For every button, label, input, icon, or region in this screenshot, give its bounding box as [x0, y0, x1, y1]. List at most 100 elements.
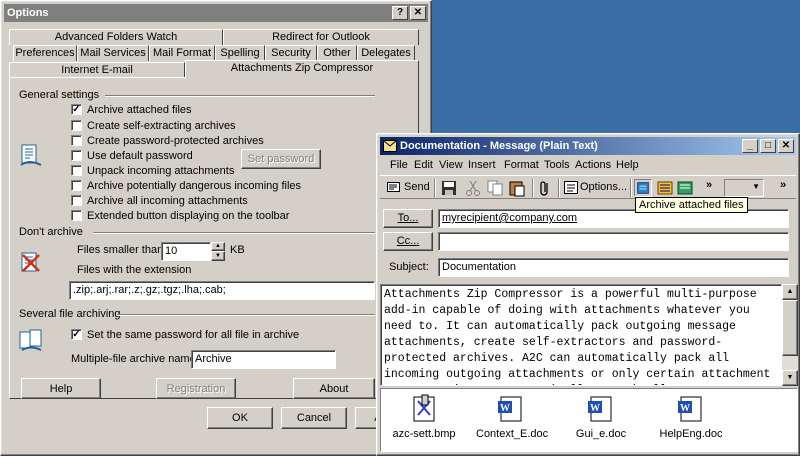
menu-file[interactable]: File [390, 156, 408, 174]
chevron-more-icon[interactable]: » [706, 179, 712, 191]
paperclip-icon[interactable] [536, 179, 554, 197]
word-document-icon: W [588, 396, 612, 422]
archive-attached-icon[interactable] [634, 179, 652, 197]
save-icon[interactable] [440, 179, 458, 197]
about-button[interactable]: About [293, 378, 375, 399]
attachment-item[interactable]: azc-sett.bmp [389, 393, 459, 440]
archive-name-label: Multiple-file archive name [71, 353, 196, 365]
scroll-down-button[interactable]: ▼ [782, 370, 798, 386]
maximize-button[interactable]: □ [760, 139, 776, 153]
spin-down-button[interactable]: ▼ [211, 251, 225, 261]
toolbar-dropdown[interactable]: ▼ [724, 179, 764, 197]
subject-field[interactable]: Documentation [438, 258, 789, 277]
scroll-up-button[interactable]: ▲ [782, 284, 798, 300]
label-archive-dangerous: Archive potentially dangerous incoming f… [87, 180, 302, 192]
close-title-button[interactable]: ✕ [410, 6, 426, 20]
tab-mail-format[interactable]: Mail Format [149, 45, 215, 61]
help-button[interactable]: Help [21, 378, 101, 399]
checkbox-extended-button[interactable] [71, 210, 82, 221]
tab-other[interactable]: Other [317, 45, 357, 61]
cut-icon[interactable] [464, 179, 482, 197]
message-close-button[interactable]: ✕ [778, 139, 794, 153]
options-icon [564, 181, 578, 194]
attachment-item[interactable]: W Context_E.doc [476, 393, 548, 440]
toolbar-separator [532, 179, 534, 197]
checkbox-same-password[interactable]: ✓ [71, 329, 82, 340]
subject-label: Subject: [389, 261, 429, 273]
tab-delegates[interactable]: Delegates [357, 45, 415, 61]
size-spinner[interactable]: ▲ ▼ [211, 242, 225, 261]
menu-view[interactable]: View [439, 156, 463, 174]
options-titlebar[interactable]: Options ? ✕ [4, 4, 428, 22]
attachments-pane: azc-sett.bmp W Context_E.doc W Gui_e.doc… [380, 388, 798, 452]
minimize-button[interactable]: _ [742, 139, 758, 153]
menu-format[interactable]: Format [504, 156, 539, 174]
dont-archive-divider [93, 232, 375, 234]
options-window: Options ? ✕ Advanced Folders Watch Redir… [0, 0, 432, 456]
exclude-files-icon [21, 252, 40, 272]
help-title-button[interactable]: ? [392, 6, 408, 20]
checkbox-archive-all-incoming[interactable] [71, 195, 82, 206]
attachment-item[interactable]: W Gui_e.doc [566, 393, 636, 440]
menu-edit[interactable]: Edit [414, 156, 433, 174]
ok-button[interactable]: OK [207, 407, 273, 429]
checkbox-archive-dangerous[interactable] [71, 180, 82, 191]
menu-insert[interactable]: Insert [468, 156, 496, 174]
cancel-button[interactable]: Cancel [281, 407, 347, 429]
extension-input[interactable]: .zip;.arj;.rar;.z;.gz;.tgz;.lha;.cab; [69, 281, 375, 300]
label-extended-button: Extended button displaying on the toolba… [87, 210, 290, 222]
copy-icon[interactable] [486, 179, 504, 197]
options-toolbar-button[interactable]: Options... [562, 178, 628, 197]
body-scrollbar[interactable]: ▲ ▼ [782, 284, 798, 386]
multi-file-icon [19, 329, 42, 351]
toolbar-separator [558, 179, 560, 197]
toolbar: Send Options... » ▼ » [380, 175, 796, 199]
bitmap-file-icon [413, 394, 435, 422]
cc-button[interactable]: Cc... [383, 232, 433, 251]
files-smaller-input[interactable]: 10 [161, 242, 211, 261]
spin-up-button[interactable]: ▲ [211, 242, 225, 251]
tab-mail-services[interactable]: Mail Services [77, 45, 149, 61]
set-password-button[interactable]: Set password [241, 149, 321, 169]
options-toolbar-label: Options... [580, 181, 628, 193]
menu-help[interactable]: Help [616, 156, 639, 174]
chevron-down-icon: ▼ [752, 182, 760, 191]
word-document-icon: W [678, 396, 702, 422]
registration-button[interactable]: Registration [156, 378, 236, 399]
chevron-more-icon[interactable]: » [780, 179, 786, 191]
zip-archive-icon[interactable] [656, 179, 674, 197]
files-smaller-label: Files smaller than [77, 244, 164, 256]
tab-preferences[interactable]: Preferences [13, 45, 77, 61]
attachment-name: azc-sett.bmp [392, 428, 456, 440]
label-archive-attached: Archive attached files [87, 104, 192, 116]
tab-advanced-folders-watch[interactable]: Advanced Folders Watch [9, 29, 223, 45]
to-button[interactable]: To... [383, 209, 433, 228]
tab-attachments-zip-compressor[interactable]: Attachments Zip Compressor [185, 60, 419, 79]
word-document-icon: W [498, 396, 522, 422]
tab-internet-email[interactable]: Internet E-mail [9, 62, 185, 78]
paste-icon[interactable] [508, 179, 526, 197]
checkbox-default-password[interactable] [71, 150, 82, 161]
several-file-title: Several file archiving [19, 308, 121, 320]
menu-tools[interactable]: Tools [544, 156, 570, 174]
checkbox-password-protected[interactable] [71, 135, 82, 146]
archive-name-input[interactable]: Archive [191, 350, 336, 369]
menu-bar: File Edit View Insert Format Tools Actio… [380, 156, 796, 174]
checkbox-unpack-incoming[interactable] [71, 165, 82, 176]
dont-archive-title: Don't archive [19, 226, 83, 238]
tab-redirect-for-outlook[interactable]: Redirect for Outlook [223, 29, 419, 45]
send-button[interactable]: Send [384, 178, 432, 197]
attachment-item[interactable]: W HelpEng.doc [656, 393, 726, 440]
tab-spelling[interactable]: Spelling [215, 45, 265, 61]
unpack-archive-icon[interactable] [676, 179, 694, 197]
message-body[interactable]: Attachments Zip Compressor is a powerful… [380, 284, 782, 386]
scroll-thumb[interactable] [782, 300, 798, 356]
size-unit-label: KB [230, 244, 245, 256]
menu-actions[interactable]: Actions [575, 156, 611, 174]
attachment-name: Gui_e.doc [575, 428, 627, 440]
checkbox-self-extracting[interactable] [71, 120, 82, 131]
tab-security[interactable]: Security [265, 45, 317, 61]
message-titlebar[interactable]: Documentation - Message (Plain Text) _ □… [380, 137, 796, 155]
cc-field[interactable] [438, 232, 789, 251]
checkbox-archive-attached[interactable]: ✓ [71, 104, 82, 115]
